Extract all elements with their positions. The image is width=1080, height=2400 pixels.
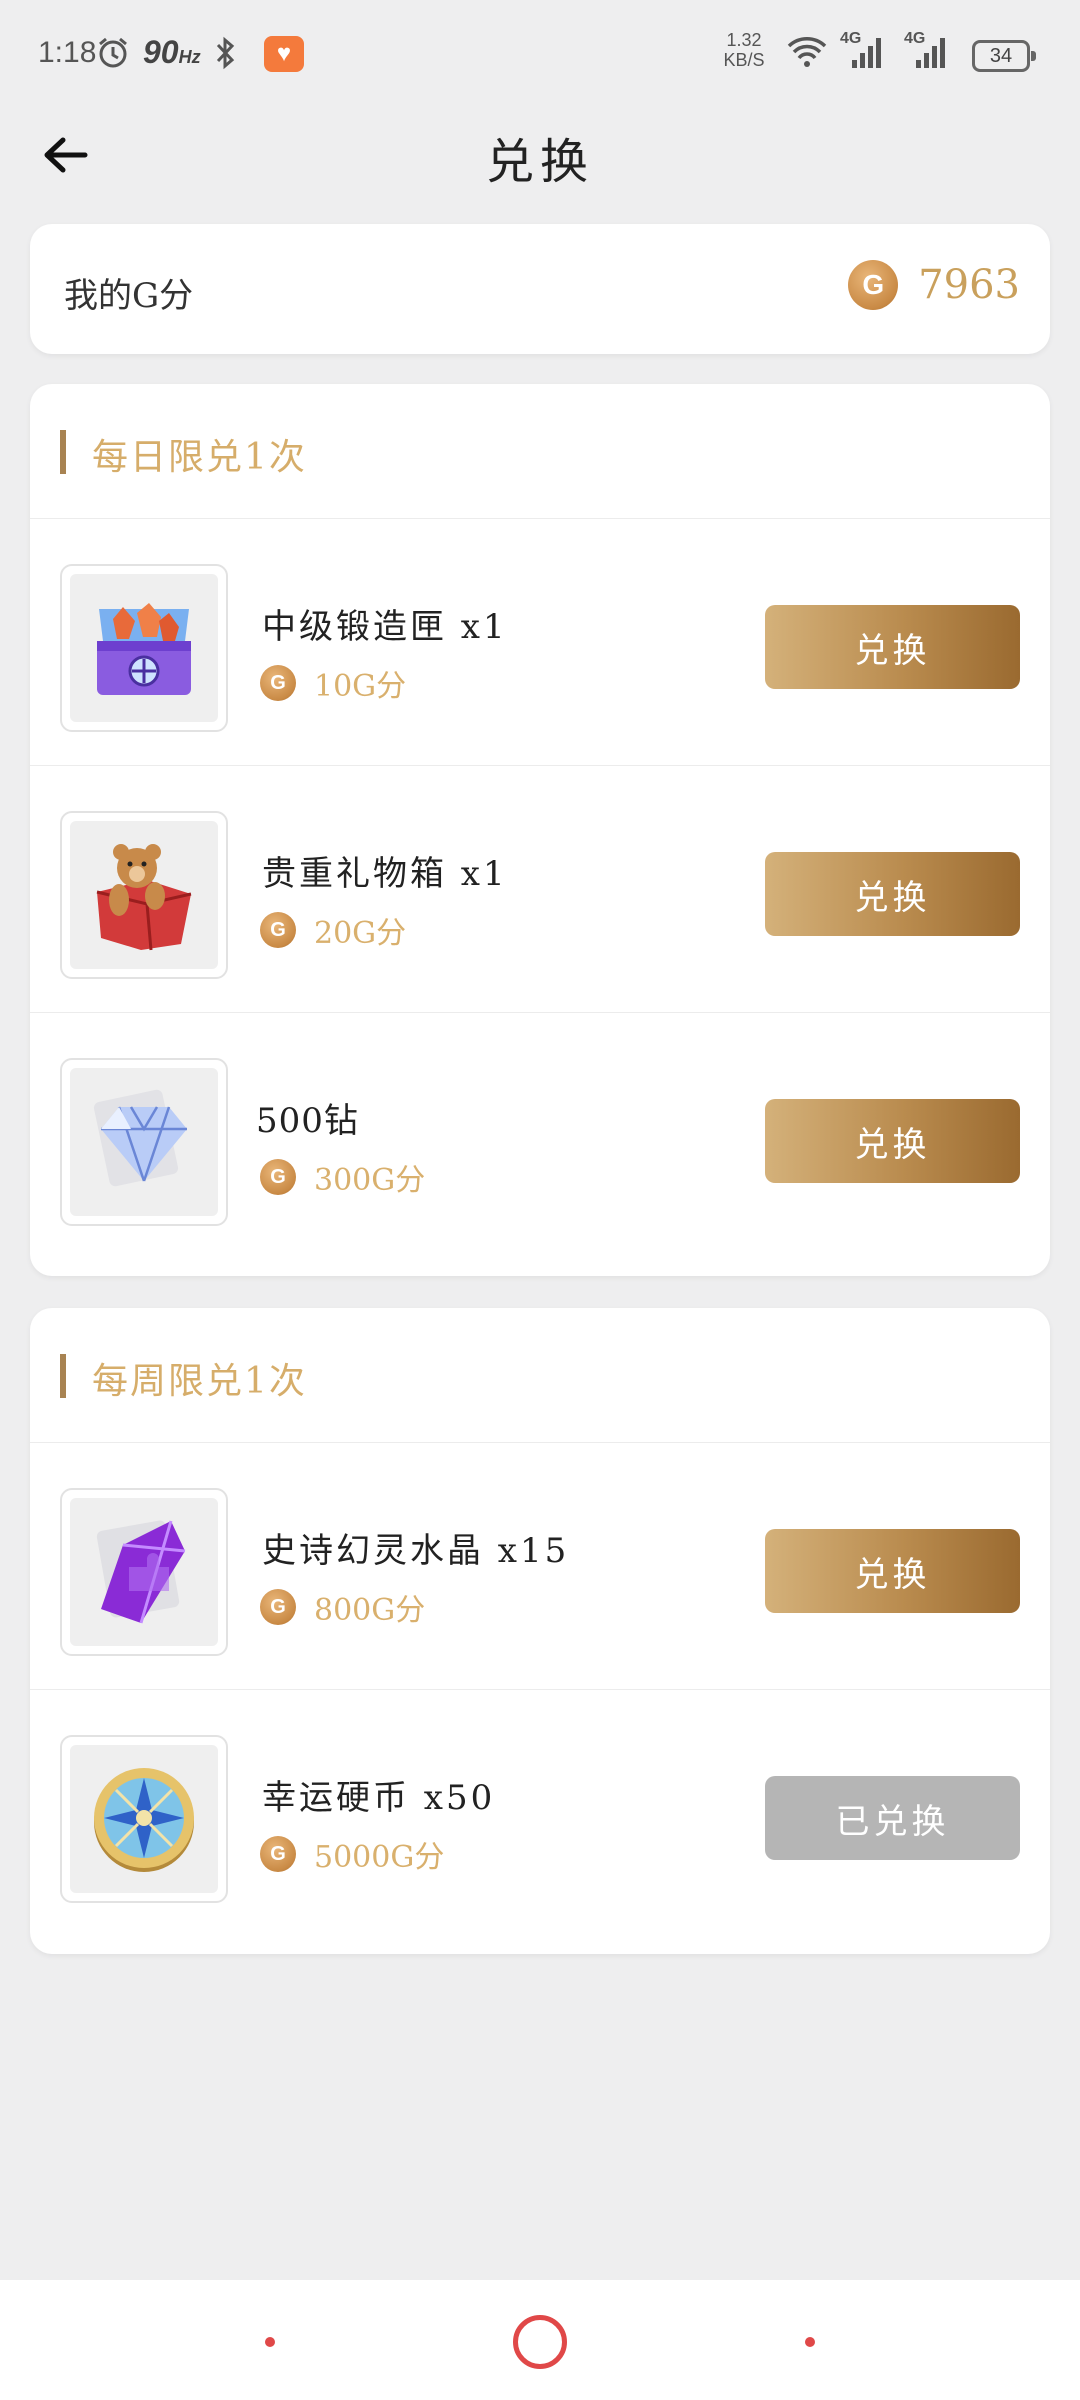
item-thumbnail [60,1488,228,1656]
redeem-button[interactable]: 兑换 [765,1099,1020,1183]
cost-text: 10G分 [314,669,407,704]
item-name: 史诗幻灵水晶 x15 [262,1531,570,1571]
item-cost: G 20G分 [260,908,406,952]
section-header: 每日限兑1次 [30,384,1050,519]
wifi-icon [786,34,828,78]
nav-back-button[interactable] [805,2337,815,2347]
redeem-button[interactable]: 兑换 [765,852,1020,936]
g-coin-icon: G [260,1589,296,1625]
diamond-icon [70,1068,218,1216]
list-item: 中级锻造匣 x1 G 10G分 兑换 [30,519,1050,766]
g-coin-icon: G [260,1836,296,1872]
status-bar: 1:18 90Hz ♥ 1.32 KB/S 4G 4G 34 [0,0,1080,110]
cost-text: 20G分 [314,916,407,951]
app-notification-icon: ♥ [264,36,304,72]
section-title: 每日限兑1次 [92,437,307,478]
list-item: 500钻 G 300G分 兑换 [30,1013,1050,1260]
nav-home-button[interactable] [513,2315,567,2369]
item-name: 中级锻造匣 x1 [262,607,508,647]
list-item: 幸运硬币 x50 G 5000G分 已兑换 [30,1690,1050,1937]
refresh-rate: 90Hz [143,34,201,70]
g-coin-icon: G [848,260,899,310]
list-item: 贵重礼物箱 x1 G 20G分 兑换 [30,766,1050,1013]
g-coin-icon: G [260,665,296,701]
item-thumbnail [60,1735,228,1903]
purple-crystal-icon [70,1498,218,1646]
cellular-signal-2-icon: 4G [904,30,948,80]
cost-text: 5000G分 [314,1840,445,1875]
header: 兑换 [0,110,1080,220]
redeemed-button[interactable]: 已兑换 [765,1776,1020,1860]
treasure-chest-icon [70,574,218,722]
daily-section: 每日限兑1次 中级锻造匣 x1 G 10G分 兑换 贵重礼物箱 x1 G 20G… [30,384,1050,1276]
points-value: 7963 [918,262,1020,308]
item-thumbnail [60,564,228,732]
teddy-bear-gift-box-icon [70,821,218,969]
network-speed: 1.32 KB/S [723,30,765,70]
g-coin-icon: G [260,1159,296,1195]
points-label: 我的G分 [64,276,194,316]
item-name: 500钻 [256,1101,359,1141]
system-navigation-bar [0,2280,1080,2400]
page-title: 兑换 [485,134,594,190]
item-cost: G 300G分 [260,1155,425,1199]
points-balance: G 7963 [848,260,1020,310]
g-coin-icon: G [260,912,296,948]
alarm-icon [96,36,130,78]
item-cost: G 5000G分 [260,1832,444,1876]
redeem-button[interactable]: 兑换 [765,1529,1020,1613]
status-time: 1:18 [38,36,97,69]
battery-level: 34 [989,45,1013,67]
section-accent-bar [60,1354,66,1398]
redeem-button[interactable]: 兑换 [765,605,1020,689]
points-card: 我的G分 G 7963 [30,224,1050,354]
item-thumbnail [60,1058,228,1226]
cost-text: 800G分 [314,1593,426,1628]
item-cost: G 800G分 [260,1585,425,1629]
cellular-signal-1-icon: 4G [840,30,884,80]
item-name: 贵重礼物箱 x1 [262,854,508,894]
bluetooth-icon [210,36,240,78]
battery-icon: 34 [972,40,1036,72]
nav-recents-button[interactable] [265,2337,275,2347]
lucky-coin-icon [70,1745,218,1893]
section-title: 每周限兑1次 [92,1361,307,1402]
item-cost: G 10G分 [260,661,406,705]
section-accent-bar [60,430,66,474]
list-item: 史诗幻灵水晶 x15 G 800G分 兑换 [30,1443,1050,1690]
cost-text: 300G分 [314,1163,426,1198]
item-thumbnail [60,811,228,979]
weekly-section: 每周限兑1次 史诗幻灵水晶 x15 G 800G分 兑换 幸运硬币 x50 G … [30,1308,1050,1954]
item-name: 幸运硬币 x50 [262,1778,496,1818]
section-header: 每周限兑1次 [30,1308,1050,1443]
